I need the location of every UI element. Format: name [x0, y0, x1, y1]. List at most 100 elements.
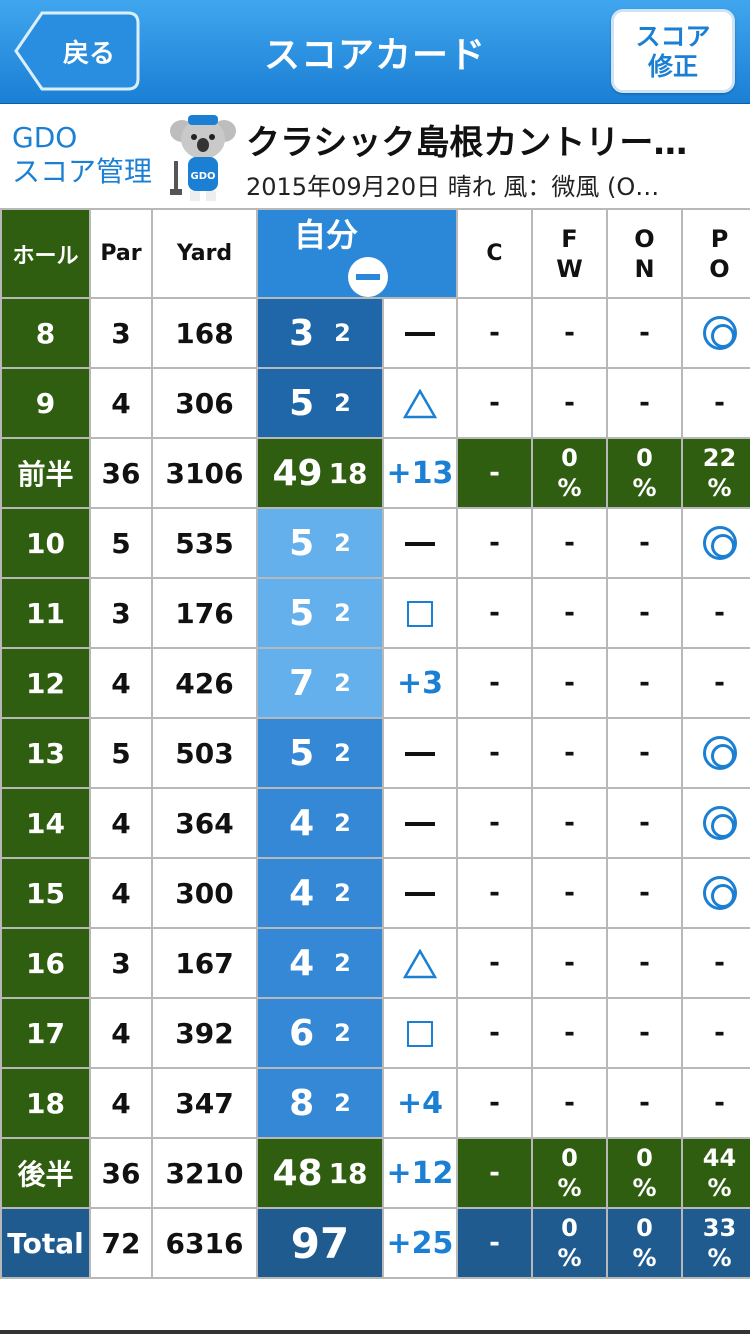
score-fix-button[interactable]: スコア 修正 [611, 9, 735, 93]
header-mine: 自分 [256, 208, 458, 299]
header-fw-line2: W [556, 254, 583, 283]
po-value: - [714, 948, 725, 978]
one-putt-double-circle-icon [702, 806, 737, 840]
table-row[interactable]: 14 4 364 4 2- - - [0, 787, 750, 859]
score-cell[interactable]: 62 [256, 997, 384, 1069]
stroke-count: 5 [289, 522, 315, 564]
course-name: クラシック島根カントリー… [246, 123, 688, 163]
table-row[interactable]: 11 3 176 5 2- - - - [0, 577, 750, 649]
result-mark-cell [382, 577, 458, 649]
po-cell: - [681, 1067, 750, 1139]
on-pct-cell: 0% [606, 1137, 683, 1209]
po-cell [681, 857, 750, 929]
fw-pct-sign: % [557, 1174, 582, 1202]
header-on: O N [606, 208, 683, 299]
fw-pct-sign: % [557, 1244, 582, 1272]
header-fw-line1: F [561, 224, 578, 253]
half-putts: 18 [328, 1156, 368, 1190]
score-cell[interactable]: 32 [256, 297, 384, 369]
fw-cell: - [531, 577, 608, 649]
yard-cell: 535 [151, 507, 258, 579]
po-cell [681, 717, 750, 789]
table-row[interactable]: 17 4 392 6 2- - - - [0, 997, 750, 1069]
score-cell[interactable]: 42 [256, 787, 384, 859]
po-pct-value: 22 [702, 444, 737, 472]
c-cell: - [456, 1067, 533, 1139]
po-cell: - [681, 577, 750, 649]
yard-cell: 300 [151, 857, 258, 929]
result-mark-cell [382, 997, 458, 1069]
score-cell[interactable]: 52 [256, 367, 384, 439]
po-value: - [714, 388, 725, 418]
c-cell: - [456, 647, 533, 719]
par-cell: 4 [89, 787, 153, 859]
yard-cell: 426 [151, 647, 258, 719]
one-putt-double-circle-icon [702, 526, 737, 560]
table-row[interactable]: 15 4 300 4 2- - - [0, 857, 750, 929]
c-cell: - [456, 1207, 533, 1279]
score-cell[interactable]: 72 [256, 647, 384, 719]
score-cell[interactable]: 82 [256, 1067, 384, 1139]
table-row[interactable]: 10 5 535 5 2- - - [0, 507, 750, 579]
table-row[interactable]: Total 72 6316 97 +25-0% 0% 33% [0, 1207, 750, 1279]
par-cell: 4 [89, 997, 153, 1069]
po-pct-cell: 33% [681, 1207, 750, 1279]
fw-cell: - [531, 367, 608, 439]
table-row[interactable]: 9 4 306 5 2- - - - [0, 367, 750, 439]
table-row[interactable]: 18 4 347 8 2 +4- - - - [0, 1067, 750, 1139]
on-pct-value: 0 [636, 1214, 653, 1242]
c-cell: - [456, 367, 533, 439]
yard-cell: 392 [151, 997, 258, 1069]
result-mark-cell [382, 857, 458, 929]
fw-cell: - [531, 997, 608, 1069]
result-mark-cell: +4 [382, 1067, 458, 1139]
yard-cell: 503 [151, 717, 258, 789]
fw-cell: - [531, 787, 608, 859]
par-cell: 5 [89, 507, 153, 579]
result-mark-cell [382, 507, 458, 579]
one-putt-double-circle-icon [702, 876, 737, 910]
brand-line2: スコア管理 [12, 155, 153, 188]
over-par-cell: +12 [382, 1137, 458, 1209]
round-header: GDO スコア管理 GDO クラシック島根カントリー… 2015年09月20日 … [0, 105, 750, 207]
par-cell: 4 [89, 647, 153, 719]
table-row[interactable]: 13 5 503 5 2- - - [0, 717, 750, 789]
result-mark-cell [382, 297, 458, 369]
par-dash-icon [405, 332, 435, 336]
score-cell[interactable]: 48 18 [256, 1137, 384, 1209]
score-cell[interactable]: 49 18 [256, 437, 384, 509]
collapse-minus-icon[interactable] [348, 257, 388, 296]
score-cell[interactable]: 97 [256, 1207, 384, 1279]
header-fw: F W [531, 208, 608, 299]
fw-pct-value: 0 [561, 1214, 578, 1242]
po-value: - [714, 1018, 725, 1048]
score-cell[interactable]: 52 [256, 717, 384, 789]
par-cell: 4 [89, 1067, 153, 1139]
table-row[interactable]: 16 3 167 4 2- - - - [0, 927, 750, 999]
over-par-value: +3 [396, 665, 443, 701]
putt-count: 2 [334, 878, 351, 907]
result-mark-cell [382, 717, 458, 789]
score-cell[interactable]: 52 [256, 577, 384, 649]
score-cell[interactable]: 52 [256, 507, 384, 579]
result-mark-cell: +3 [382, 647, 458, 719]
table-header-row: ホール Par Yard 自分 C F W O N P O [0, 208, 750, 299]
par-dash-icon [405, 542, 435, 546]
table-row[interactable]: 前半 36 3106 49 18 +13-0% 0% 22% [0, 437, 750, 509]
hole-number: 18 [0, 1067, 91, 1139]
c-cell: - [456, 717, 533, 789]
table-row[interactable]: 12 4 426 7 2 +3- - - - [0, 647, 750, 719]
on-cell: - [606, 787, 683, 859]
table-row[interactable]: 8 3 168 3 2- - - [0, 297, 750, 369]
half-score: 49 [272, 452, 323, 494]
score-cell[interactable]: 42 [256, 927, 384, 999]
brand-logo[interactable]: GDO スコア管理 [12, 121, 152, 189]
header-po-line1: P [710, 224, 729, 253]
score-cell[interactable]: 42 [256, 857, 384, 929]
on-pct-sign: % [632, 1244, 657, 1272]
c-cell: - [456, 927, 533, 999]
table-row[interactable]: 後半 36 3210 48 18 +12-0% 0% 44% [0, 1137, 750, 1209]
c-cell: - [456, 787, 533, 859]
on-cell: - [606, 927, 683, 999]
c-cell: - [456, 577, 533, 649]
